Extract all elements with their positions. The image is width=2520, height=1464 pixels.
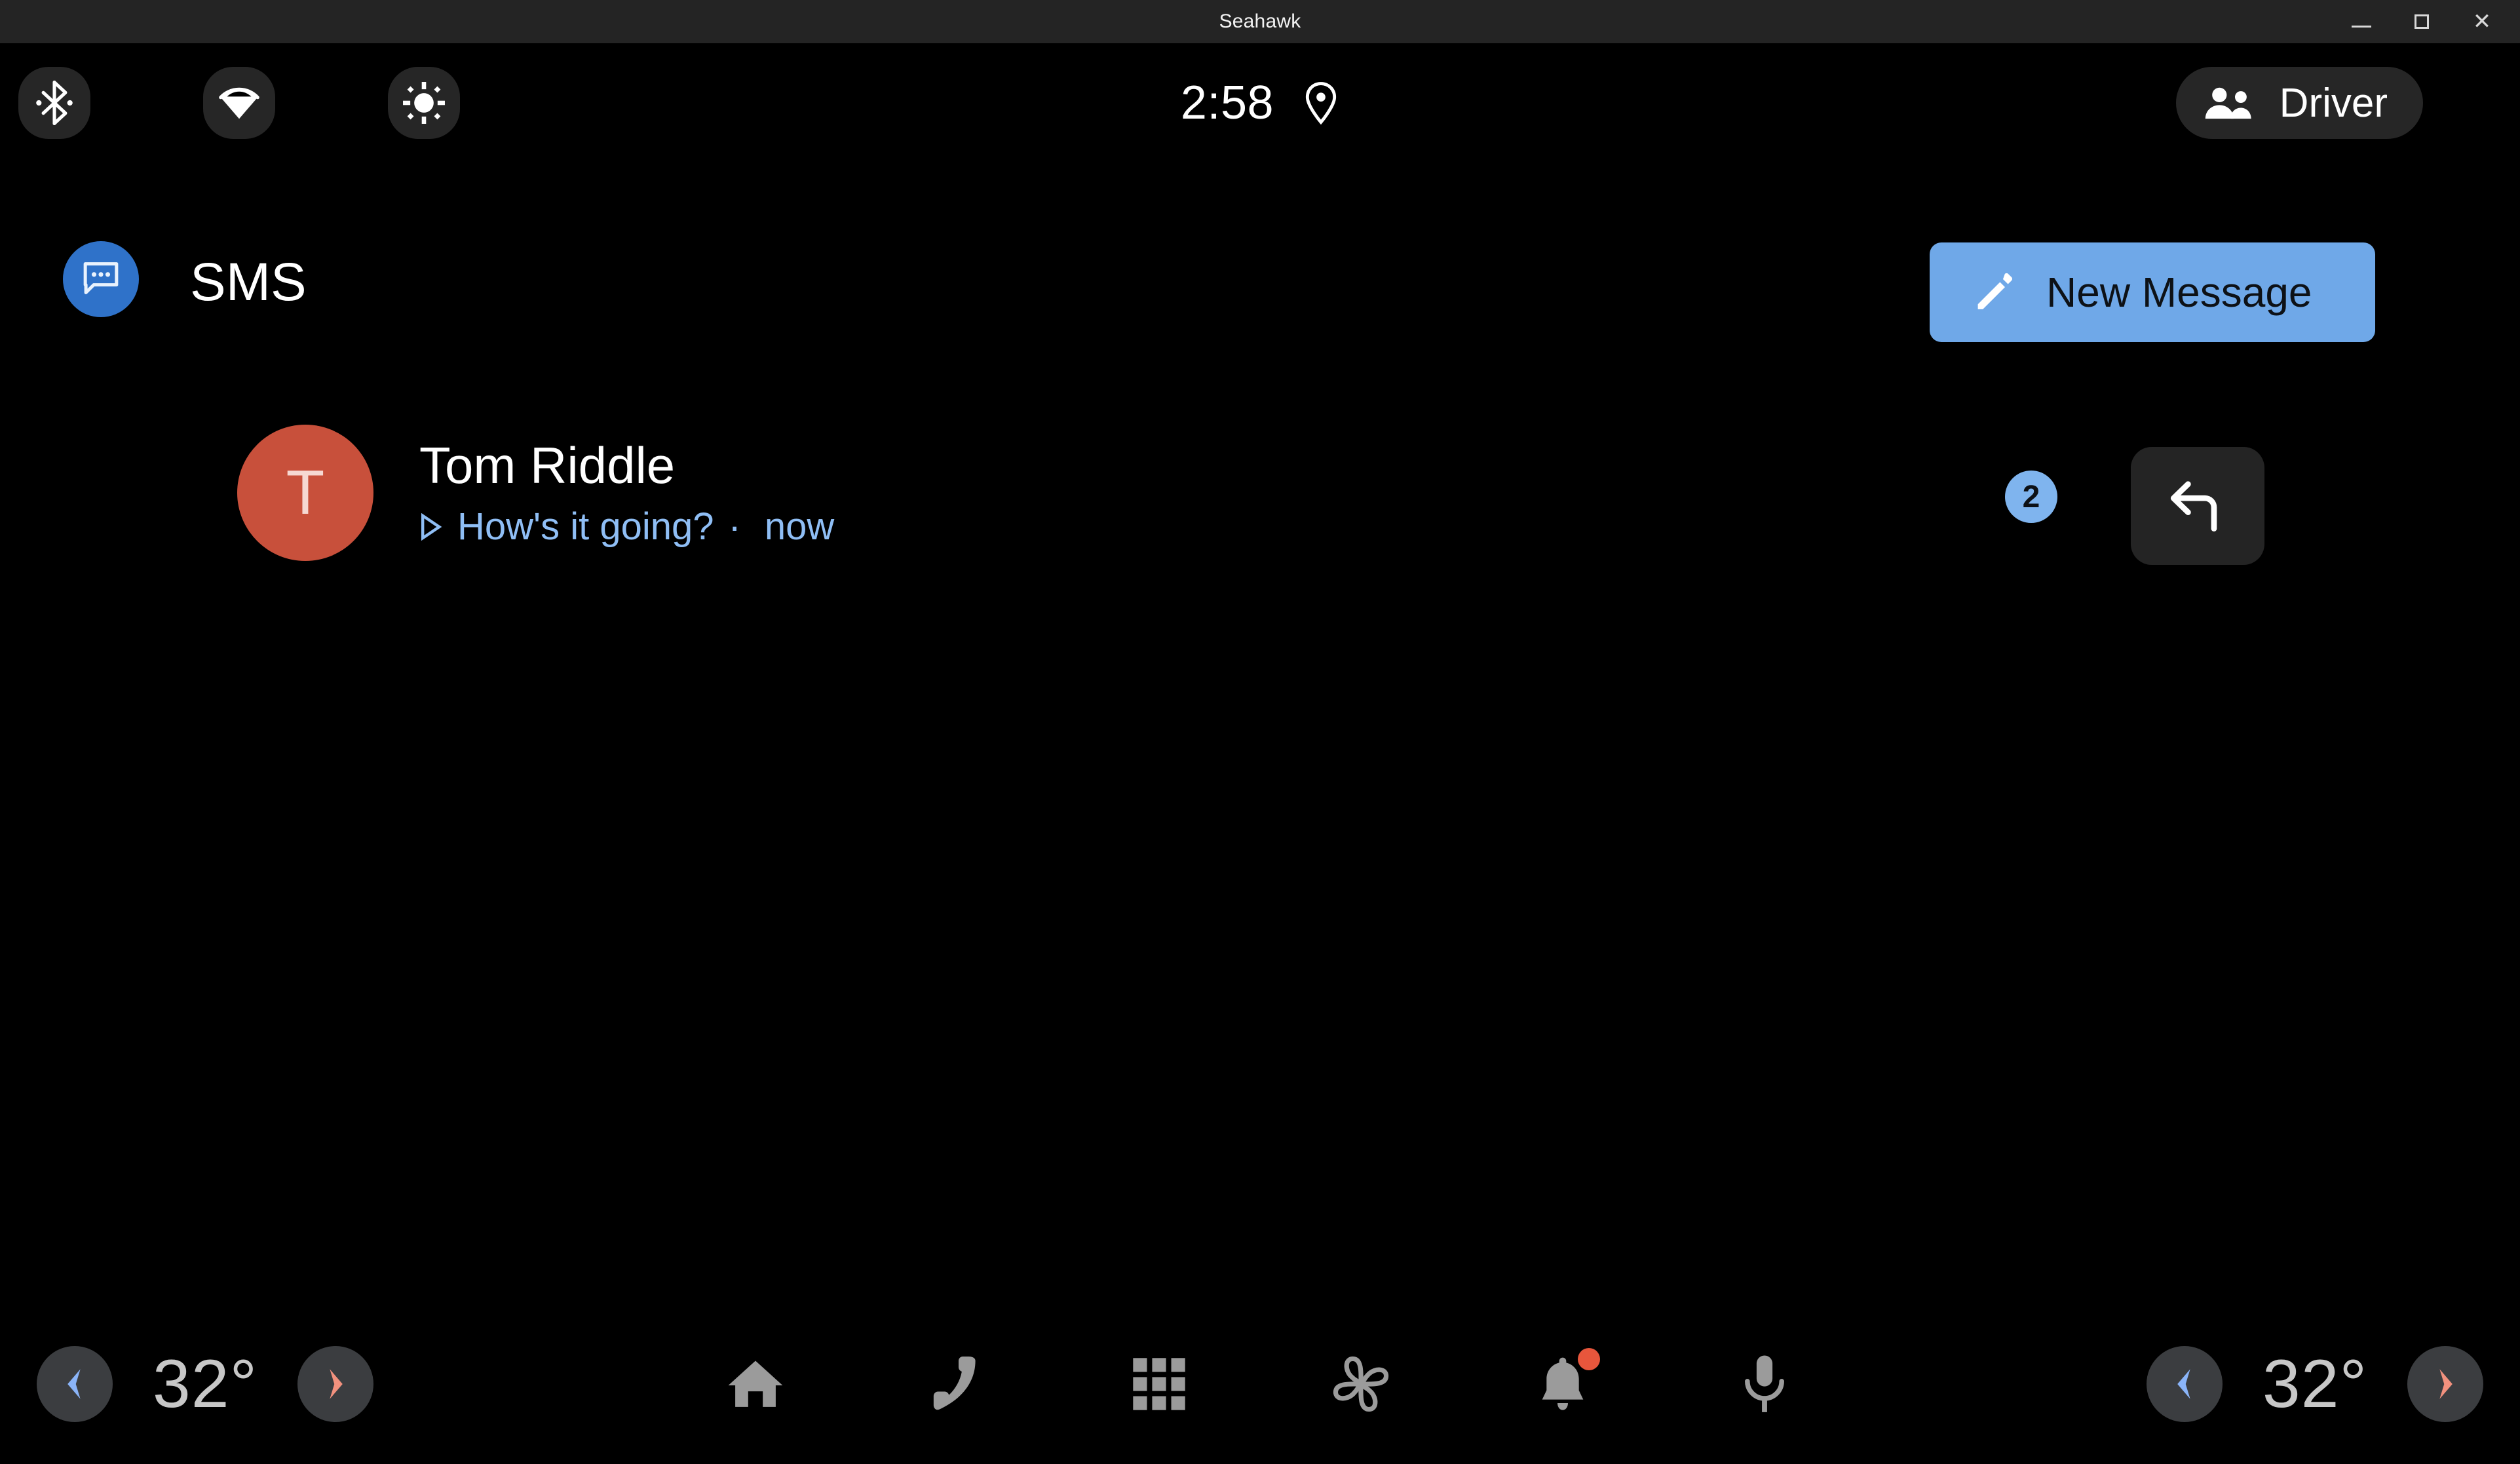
reply-button[interactable] <box>2131 447 2264 565</box>
driver-profile-button[interactable]: Driver <box>2175 67 2423 139</box>
new-message-label: New Message <box>2046 269 2312 316</box>
window-title: Seahawk <box>1219 10 1301 32</box>
bluetooth-toggle[interactable] <box>18 67 90 139</box>
nav-phone-button[interactable] <box>915 1341 1000 1427</box>
people-icon <box>2202 84 2257 122</box>
window-controls: ✕ <box>2347 0 2511 43</box>
new-message-button[interactable]: New Message <box>1930 242 2375 342</box>
bottom-nav-bar: 32° 32° <box>0 1304 2520 1464</box>
nav-notifications-button[interactable] <box>1520 1341 1605 1427</box>
sms-chat-bubble-icon <box>81 260 121 298</box>
minimize-button[interactable] <box>2347 7 2376 36</box>
passenger-temp-increase-button[interactable] <box>2407 1346 2483 1422</box>
passenger-temp-control: 32° <box>2147 1304 2483 1464</box>
home-icon <box>725 1356 786 1412</box>
chevron-left-icon <box>2173 1367 2196 1401</box>
location-pin-icon <box>1303 81 1339 125</box>
bluetooth-icon <box>35 79 73 127</box>
nav-icon-group <box>0 1304 2520 1464</box>
nav-home-button[interactable] <box>713 1341 798 1427</box>
unread-count-badge: 2 <box>2005 471 2057 523</box>
app-header: SMS New Message <box>0 214 2520 345</box>
phone-icon <box>931 1354 983 1414</box>
wifi-icon <box>218 84 261 122</box>
driver-profile-label: Driver <box>2279 80 2388 126</box>
brightness-toggle[interactable] <box>388 67 460 139</box>
contact-name: Tom Riddle <box>419 436 676 494</box>
message-timestamp: now <box>764 505 835 548</box>
chevron-right-icon <box>2434 1367 2457 1401</box>
fan-climate-icon <box>1329 1352 1393 1416</box>
pencil-icon <box>1973 271 2016 314</box>
avatar-initial: T <box>286 457 325 528</box>
passenger-temp-value: 32° <box>2262 1345 2368 1422</box>
car-screen: 2:58 Driver SMS New Message T Tom Riddle… <box>0 43 2520 1464</box>
status-bar: 2:58 Driver <box>0 43 2520 168</box>
nav-climate-button[interactable] <box>1318 1341 1403 1427</box>
wifi-toggle[interactable] <box>203 67 275 139</box>
message-preview: How's it going? <box>457 505 714 548</box>
clock-time: 2:58 <box>1180 77 1274 129</box>
apps-grid-icon <box>1131 1356 1187 1412</box>
play-triangle-icon[interactable] <box>419 512 443 541</box>
brightness-icon <box>402 81 446 125</box>
sms-app-icon <box>63 241 139 317</box>
notification-badge-dot <box>1578 1348 1600 1370</box>
nav-apps-button[interactable] <box>1117 1341 1202 1427</box>
microphone-icon <box>1741 1353 1788 1416</box>
reply-arrow-icon <box>2164 476 2232 536</box>
avatar: T <box>237 425 373 561</box>
passenger-temp-decrease-button[interactable] <box>2147 1346 2223 1422</box>
maximize-button[interactable] <box>2407 7 2436 36</box>
preview-separator: · <box>728 505 741 548</box>
conversation-texts: Tom Riddle How's it going? · now <box>419 435 834 549</box>
nav-assistant-button[interactable] <box>1722 1341 1807 1427</box>
clock-group: 2:58 <box>0 67 2520 139</box>
page-title: SMS <box>190 252 307 312</box>
close-button[interactable]: ✕ <box>2468 7 2496 36</box>
conversation-preview-row: How's it going? · now <box>419 505 834 549</box>
window-titlebar: Seahawk ✕ <box>0 0 2520 43</box>
